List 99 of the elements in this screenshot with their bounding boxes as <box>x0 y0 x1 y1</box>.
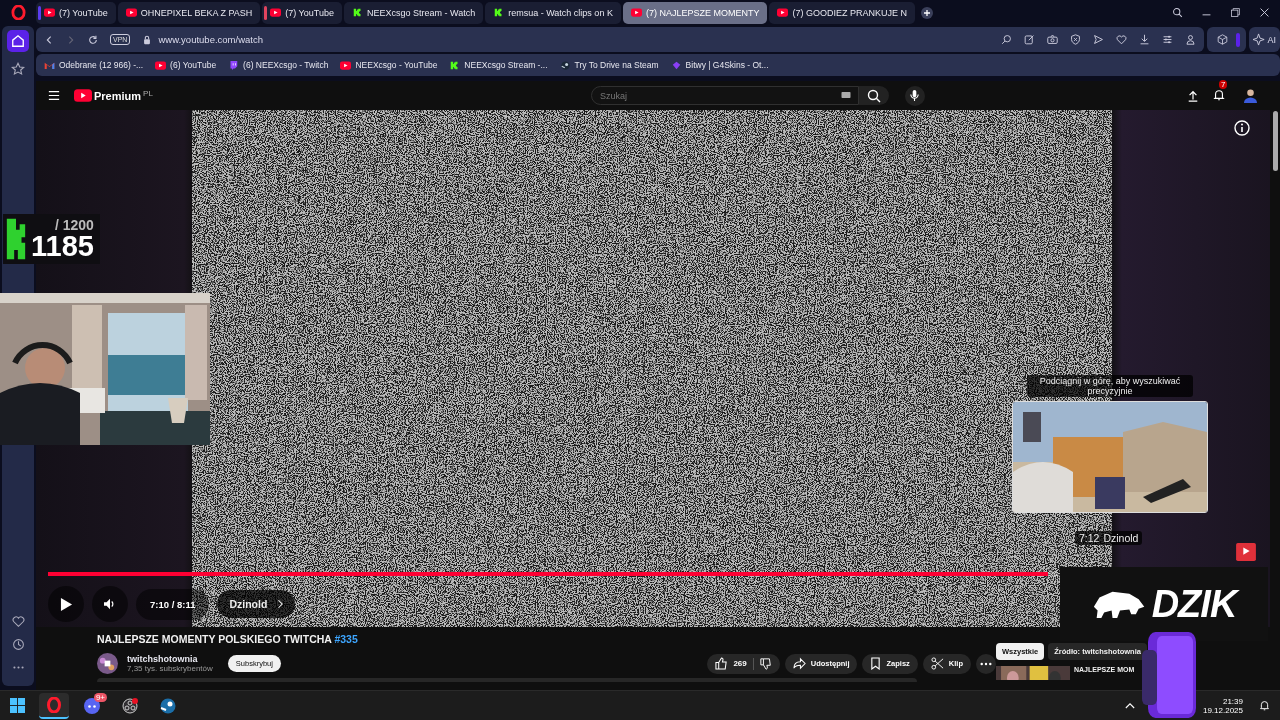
browser-tab[interactable]: NEEXcsgo Stream - Watch <box>344 1 484 24</box>
start-icon[interactable] <box>10 698 25 713</box>
youtube-icon <box>777 8 789 17</box>
bell-icon[interactable] <box>1213 88 1225 101</box>
dislike-icon[interactable] <box>759 657 772 670</box>
avatar-icon[interactable] <box>1243 88 1258 103</box>
voice-search-button[interactable] <box>904 85 925 106</box>
upload-icon[interactable] <box>1187 89 1199 102</box>
microphone-icon <box>909 89 921 102</box>
menu-icon[interactable] <box>48 90 60 101</box>
scissors-icon <box>930 657 944 670</box>
more-icon <box>980 661 992 666</box>
bookmark-item[interactable]: NEEXcsgo Stream -... <box>449 60 548 70</box>
reload-icon[interactable] <box>88 34 98 45</box>
notification-badge: 7 <box>1219 79 1228 89</box>
play-icon <box>59 596 73 612</box>
bookmark-item[interactable]: Try To Drive na Steam <box>559 60 659 70</box>
account-icon[interactable] <box>1185 34 1197 45</box>
channel-avatar-icon[interactable] <box>97 653 118 674</box>
search-field[interactable]: Szukaj <box>590 86 859 105</box>
zoom-icon[interactable] <box>1001 34 1013 45</box>
heart-icon[interactable] <box>1116 34 1128 45</box>
star-icon <box>11 62 25 76</box>
youtube-icon <box>270 8 282 17</box>
scrollbar-thumb[interactable] <box>1273 111 1278 171</box>
recorder-logo-icon <box>122 697 138 714</box>
preview-chapter: Dzinold <box>1103 532 1139 544</box>
channel-name[interactable]: twitchshotownia <box>127 654 213 664</box>
download-icon[interactable] <box>1139 34 1151 45</box>
clock-time[interactable]: 21:39 <box>1222 696 1243 706</box>
browser-tab[interactable]: remsua - Watch clips on K <box>485 1 621 24</box>
sparkle-icon <box>1253 33 1267 46</box>
video-title: NAJLEPSZE MOMENTY POLSKIEGO TWITCHA #335 <box>97 633 359 645</box>
lock-icon <box>142 34 153 45</box>
ai-button[interactable]: AI <box>1249 27 1280 52</box>
notification-badge: 9+ <box>93 692 107 702</box>
time-display: 7:10 / 8:11 <box>136 588 210 620</box>
steam-icon <box>559 60 571 70</box>
clock-date[interactable]: 19.12.2025 <box>1202 705 1243 715</box>
youtube-icon <box>340 60 352 70</box>
heart-icon[interactable] <box>11 615 25 628</box>
bookmark-item[interactable]: (6) NEEXcsgo - Twitch <box>228 60 329 70</box>
bookmark-item[interactable]: NEEXcsgo - YouTube <box>340 60 438 70</box>
browser-tab[interactable]: (7) YouTube <box>262 1 342 24</box>
gem-icon <box>670 60 682 70</box>
hashtag-link[interactable]: #335 <box>334 633 358 645</box>
browser-taskbar-button[interactable] <box>39 692 69 719</box>
more-actions-button[interactable] <box>976 653 996 674</box>
browser-tab[interactable]: (7) YouTube <box>36 1 116 24</box>
camera-icon[interactable] <box>1047 34 1059 45</box>
play-button[interactable] <box>48 586 84 622</box>
subscriber-count: 7,35 tys. subskrybentów <box>127 664 213 673</box>
youtube-icon <box>155 60 167 70</box>
search-button[interactable] <box>858 86 889 105</box>
like-button[interactable]: 269 <box>715 657 747 670</box>
close-icon[interactable] <box>1259 7 1270 18</box>
search-icon[interactable] <box>1172 7 1183 18</box>
send-icon[interactable] <box>1093 34 1105 45</box>
youtube-icon <box>1236 543 1256 561</box>
kick-icon <box>449 60 461 70</box>
kick-icon <box>5 216 27 262</box>
keyboard-icon[interactable] <box>840 92 851 98</box>
browser-tab[interactable]: (7) GOODIEZ PRANKUJE N <box>769 1 915 24</box>
edit-icon[interactable] <box>1024 34 1036 45</box>
opera-logo-icon[interactable] <box>10 5 26 20</box>
browser-tab[interactable]: (7) NAJLEPSZE MOMENTY <box>622 1 768 24</box>
search-icon <box>866 88 881 103</box>
youtube-icon <box>125 8 137 17</box>
thumbs-up-icon <box>715 657 729 670</box>
browser-logo-icon <box>46 696 62 713</box>
chevron-up-icon[interactable] <box>1124 702 1135 709</box>
kick-icon <box>493 8 505 17</box>
youtube-icon <box>44 8 55 17</box>
settings-icon[interactable] <box>1162 34 1174 45</box>
counter-total: / 1200 <box>55 217 94 232</box>
twitch-icon <box>228 60 240 70</box>
url-text: www.youtube.com/watch <box>158 34 263 45</box>
youtube-icon <box>630 8 642 17</box>
browser-tab[interactable]: OHNEPIXEL BEKA Z PASH <box>117 1 261 24</box>
home-button[interactable] <box>7 30 29 52</box>
new-tab-icon[interactable] <box>920 6 933 19</box>
home-icon <box>11 34 25 48</box>
block-icon[interactable] <box>1070 34 1082 45</box>
bookmark-item[interactable]: Odebrane (12 966) -... <box>44 60 144 70</box>
kick-icon <box>352 8 363 17</box>
mail-icon <box>44 60 55 70</box>
restore-icon[interactable] <box>1230 7 1241 18</box>
history-icon[interactable] <box>11 638 25 651</box>
bookmark-icon <box>870 657 882 670</box>
volume-button[interactable] <box>92 586 128 622</box>
info-icon[interactable] <box>1234 120 1250 136</box>
play-logo-icon <box>74 89 92 102</box>
steam-icon <box>160 697 176 714</box>
cube-icon[interactable] <box>1217 34 1229 45</box>
back-icon[interactable] <box>44 34 54 45</box>
bookmark-item[interactable]: (6) YouTube <box>155 60 217 70</box>
notification-icon[interactable] <box>1259 700 1270 711</box>
share-icon <box>792 657 806 670</box>
bookmark-item[interactable]: Bitwy | G4Skins - Ot... <box>670 60 769 70</box>
